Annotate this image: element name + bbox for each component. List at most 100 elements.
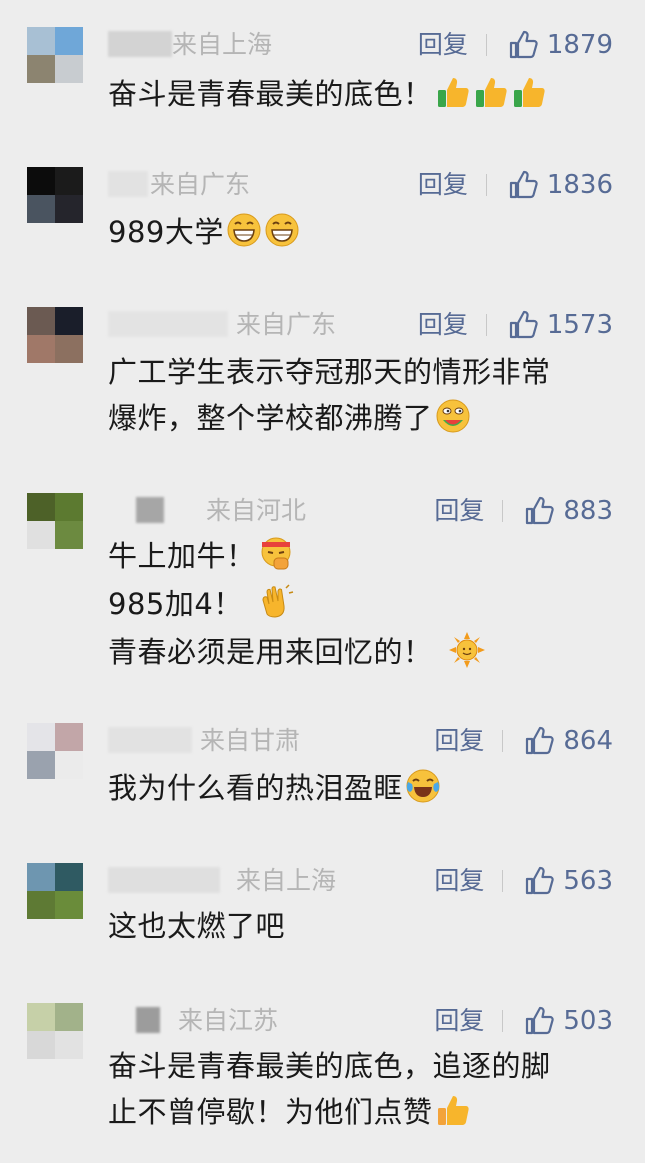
avatar-tile (27, 167, 55, 195)
avatar[interactable] (27, 863, 83, 919)
username-redacted (108, 171, 148, 197)
avatar-tile (55, 521, 83, 549)
ip-location: 来自上海 (236, 866, 337, 895)
comment-line: 奋斗是青春最美的底色，追逐的脚 (108, 1049, 551, 1083)
avatar-tile (55, 27, 83, 55)
avatar-tile (27, 27, 55, 55)
strong-fist-emoji (261, 537, 291, 570)
reply-button[interactable]: 回复 (434, 863, 484, 899)
avatar-tile (27, 335, 55, 363)
thumbs-up-icon[interactable] (523, 1005, 555, 1037)
ip-location: 来自上海 (172, 30, 273, 59)
reply-button[interactable]: 回复 (434, 493, 484, 529)
username-redacted (136, 497, 164, 523)
username-redacted (108, 867, 220, 893)
comment-line: 止不曾停歇！为他们点赞 (108, 1095, 433, 1129)
comment-meta: 来自甘肃 回复 864 (108, 723, 613, 759)
thumbs-up-icon[interactable] (507, 169, 539, 201)
avatar[interactable] (27, 307, 83, 363)
avatar-tile (27, 55, 55, 83)
thumbs-up-icon[interactable] (523, 495, 555, 527)
avatar-tile (55, 863, 83, 891)
avatar-tile (55, 307, 83, 335)
thumbs-up-icon[interactable] (523, 725, 555, 757)
comment-text: 牛上加牛！ 985加4！ 青春必须是用来回忆的！ (108, 533, 618, 675)
avatar-tile (55, 167, 83, 195)
comment-actions: 回复 1836 (418, 167, 613, 203)
avatar-tile (27, 307, 55, 335)
like-count: 563 (563, 866, 613, 896)
comment-line-wrap: 985加4！ (108, 581, 618, 627)
avatar-tile (55, 335, 83, 363)
reply-button[interactable]: 回复 (418, 27, 468, 63)
reply-button[interactable]: 回复 (434, 723, 484, 759)
avatar-tile (27, 1031, 55, 1059)
grin-emoji (227, 213, 261, 247)
avatar-tile (27, 493, 55, 521)
comment-text: 奋斗是青春最美的底色！ (108, 71, 618, 117)
comment-line-wrap: 爆炸，整个学校都沸腾了 (108, 395, 618, 441)
avatar[interactable] (27, 493, 83, 549)
comment-meta: 来自广东 回复 1836 (108, 167, 613, 203)
ip-location: 来自河北 (206, 496, 307, 525)
divider (485, 34, 487, 56)
reply-button[interactable]: 回复 (418, 167, 468, 203)
thumbs-up-icon[interactable] (507, 309, 539, 341)
thumbs-up-icon[interactable] (523, 865, 555, 897)
avatar-tile (55, 723, 83, 751)
avatar-tile (27, 521, 55, 549)
avatar[interactable] (27, 167, 83, 223)
divider (485, 174, 487, 196)
avatar[interactable] (27, 723, 83, 779)
avatar-tile (27, 891, 55, 919)
comment-actions: 回复 1879 (418, 27, 613, 63)
comment-actions: 回复 563 (434, 863, 613, 899)
like-count: 864 (563, 726, 613, 756)
comment-line: 爆炸，整个学校都沸腾了 (108, 401, 433, 435)
comment-line: 奋斗是青春最美的底色！ (108, 77, 433, 111)
avatar[interactable] (27, 1003, 83, 1059)
grin-emoji (265, 213, 299, 247)
comment-line: 牛上加牛！ (108, 539, 256, 573)
like-count: 503 (563, 1006, 613, 1036)
reply-button[interactable]: 回复 (434, 1003, 484, 1039)
like-count: 1836 (546, 170, 613, 200)
avatar-tile (55, 1003, 83, 1031)
comment-text: 这也太燃了吧 (108, 903, 618, 949)
comment-line: 985加4！ (108, 587, 243, 621)
comment-actions: 回复 1573 (418, 307, 613, 343)
avatar-tile (27, 1003, 55, 1031)
comment-actions: 回复 503 (434, 1003, 613, 1039)
comment-line: 我为什么看的热泪盈眶 (108, 771, 404, 805)
ip-location: 来自广东 (236, 310, 337, 339)
divider (502, 1010, 504, 1032)
comment-line-wrap: 止不曾停歇！为他们点赞 (108, 1089, 618, 1135)
comment-line: 这也太燃了吧 (108, 909, 286, 943)
like-count: 1879 (546, 30, 613, 60)
avatar-tile (27, 723, 55, 751)
comment-text: 我为什么看的热泪盈眶 (108, 765, 618, 811)
avatar-tile (27, 751, 55, 779)
thumbs-up-emoji (475, 78, 507, 107)
avatar[interactable] (27, 27, 83, 83)
username-redacted (108, 31, 172, 57)
comment-text: 989大学 (108, 209, 618, 255)
divider (485, 314, 487, 336)
comment-meta: 来自江苏 回复 503 (108, 1003, 613, 1039)
avatar-tile (55, 891, 83, 919)
like-count: 1573 (546, 310, 613, 340)
avatar-tile (55, 493, 83, 521)
comment-meta: 来自上海 回复 563 (108, 863, 613, 899)
thumbs-up-icon[interactable] (507, 29, 539, 61)
watermelon-eating-emoji (436, 399, 470, 433)
avatar-tile (27, 195, 55, 223)
avatar-tile (27, 863, 55, 891)
ip-location: 来自广东 (150, 170, 251, 199)
comment-line: 989大学 (108, 215, 224, 249)
like-count: 883 (563, 496, 613, 526)
divider (502, 870, 504, 892)
reply-button[interactable]: 回复 (418, 307, 468, 343)
divider (502, 500, 504, 522)
divider (502, 730, 504, 752)
comment-line-wrap: 青春必须是用来回忆的！ (108, 629, 618, 675)
